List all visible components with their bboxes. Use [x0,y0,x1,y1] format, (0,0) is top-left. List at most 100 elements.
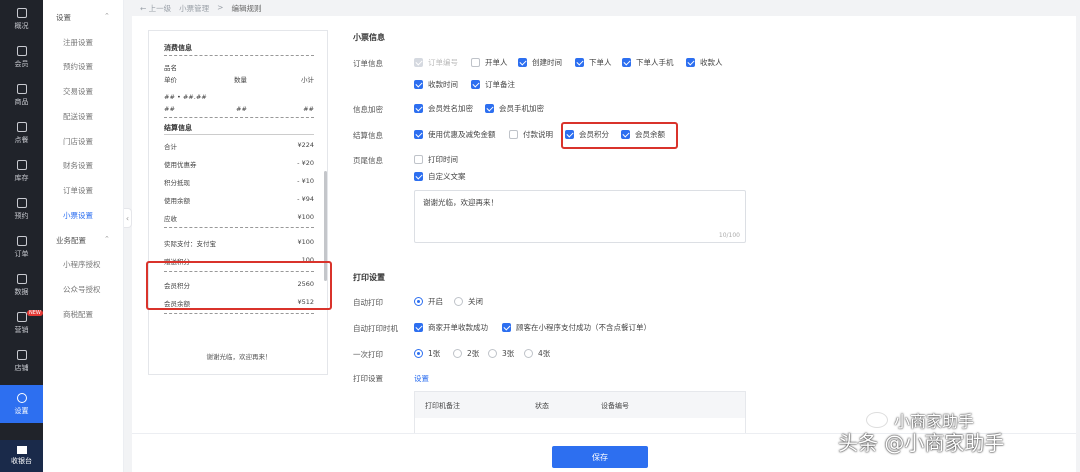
checkbox-pay-note[interactable]: 付款说明 [509,129,553,140]
radio-copies-1[interactable]: 1张 [414,348,440,359]
radio-dot [453,349,462,358]
submenu-item-register[interactable]: 注册设置 [63,37,93,48]
checkbox-box [622,58,631,67]
document-icon [16,235,27,246]
submenu-item-delivery[interactable]: 配送设置 [63,111,93,122]
char-counter: 10/100 [718,232,740,239]
print-setting-link[interactable]: 设置 [414,373,429,384]
order-info-label: 订单信息 [353,59,383,68]
checkbox-label: 使用优惠及减免金额 [428,130,496,139]
radio-label: 4张 [538,349,551,358]
checkbox-encrypt-phone[interactable]: 会员手机加密 [485,103,544,114]
collapse-handle[interactable]: ‹ [124,208,132,228]
submenu-item-order[interactable]: 订单设置 [63,185,93,196]
submenu-group-settings[interactable]: 设置 ⌃ [56,12,110,23]
radio-dot [414,349,423,358]
nav-item-cashier[interactable]: 收银台 [0,440,43,472]
receipt-row-coupon: 使用优惠券 - ¥20 [164,159,314,169]
divider [164,55,314,56]
nav-item-orders[interactable]: 订单 [0,228,43,266]
nav-item-overview[interactable]: 概况 [0,0,43,38]
checkbox-pay-time[interactable]: 收款时间 [414,79,458,90]
checkbox-discount-amount[interactable]: 使用优惠及减免金额 [414,129,496,140]
checkbox-order-remark[interactable]: 订单备注 [471,79,515,90]
custom-text-area[interactable]: 谢谢光临，欢迎再来！ 10/100 [414,190,746,243]
radio-copies-3[interactable]: 3张 [488,348,514,359]
settings-icon [16,392,27,403]
nav-label: 点餐 [14,135,29,144]
nav-item-settings[interactable]: 设置 [0,385,43,423]
radio-auto-print-off[interactable]: 关闭 [454,296,483,307]
nav-item-goods[interactable]: 商品 [0,76,43,114]
submenu-item-trade[interactable]: 交易设置 [63,86,93,97]
nav-item-store[interactable]: 店铺 [0,342,43,380]
new-badge: NEW [27,310,43,316]
checkbox-box [414,172,423,181]
receipt-value: - ¥10 [297,177,314,185]
receipt-value: ¥100 [297,238,314,246]
watermark-toutiao: 头条 @小商家助手 [838,431,1005,455]
radio-copies-2[interactable]: 2张 [453,348,479,359]
submenu-item-receipt[interactable]: 小票设置 [63,210,93,221]
nav-label: 库存 [14,173,29,182]
checkbox-merchant-pay[interactable]: 商家开单收款成功 [414,322,488,333]
chevron-up-icon: ⌃ [104,12,110,20]
nav-label: 设置 [14,406,29,415]
checkbox-box [471,58,480,67]
radio-dot [488,349,497,358]
checkbox-miniapp-pay[interactable]: 顾客在小程序支付成功（不含点餐订单） [502,322,651,333]
checkbox-creator[interactable]: 开单人 [471,57,508,68]
radio-copies-4[interactable]: 4张 [524,348,550,359]
receipt-row-total: 合计 ¥224 [164,141,314,151]
checkbox-box [485,104,494,113]
receipt-col-subtotal: 小计 [301,76,314,84]
wechat-icon [866,412,888,428]
nav-label: 数据 [14,287,29,296]
nav-label: 会员 [14,59,29,68]
nav-item-data[interactable]: 数据 [0,266,43,304]
checkbox-print-time[interactable]: 打印时间 [414,154,458,165]
receipt-col-price: 单价 [164,76,177,84]
nav-label: 营销 [14,325,29,334]
nav-item-member[interactable]: 会员 [0,38,43,76]
checkbox-orderer[interactable]: 下单人 [575,57,612,68]
submenu-group-business[interactable]: 业务配置 ⌃ [56,235,110,246]
nav-label: 收银台 [11,457,32,465]
back-link[interactable]: ← 上一级 [140,3,171,14]
submenu-item-miniapp-auth[interactable]: 小程序授权 [63,259,101,270]
radio-auto-print-on[interactable]: 开启 [414,296,443,307]
checkbox-box [414,155,423,164]
receipt-footer: 谢谢光临，欢迎再来！ [206,353,272,361]
breadcrumb-parent[interactable]: 小票管理 [179,3,209,14]
divider [164,117,314,118]
checkbox-create-time[interactable]: 创建时间 [518,57,562,68]
checkbox-box [575,58,584,67]
nav-item-ordering[interactable]: 点餐 [0,114,43,152]
save-button[interactable]: 保存 [552,446,648,468]
receipt-value: - ¥94 [297,195,314,203]
nav-item-inventory[interactable]: 库存 [0,152,43,190]
th-device-no: 设备编号 [601,402,629,410]
checkbox-encrypt-name[interactable]: 会员姓名加密 [414,103,473,114]
receipt-row-balance-used: 使用余额 - ¥94 [164,195,314,205]
submenu-item-store[interactable]: 门店设置 [63,136,93,147]
submenu-item-finance[interactable]: 财务设置 [63,160,93,171]
calendar-check-icon [16,197,27,208]
checkbox-order-no: 订单编号 [414,57,458,68]
breadcrumb-current: 编辑规则 [231,4,262,13]
checkbox-custom-text[interactable]: 自定义文案 [414,171,466,182]
nav-item-marketing[interactable]: 营销 NEW [0,304,43,342]
submenu-item-official-auth[interactable]: 公众号授权 [63,284,101,295]
food-icon [16,121,27,132]
receipt-value: ¥100 [297,213,314,221]
submenu-item-booking[interactable]: 预约设置 [63,61,93,72]
checkbox-payee[interactable]: 收款人 [686,57,723,68]
checkbox-orderer-phone[interactable]: 下单人手机 [622,57,674,68]
checkbox-label: 下单人 [589,58,612,67]
checkbox-box [414,58,423,67]
submenu-item-tax[interactable]: 商税配置 [63,309,93,320]
breadcrumb-separator: > [217,3,224,12]
nav-label: 预约 [14,211,29,220]
receipt-col-qty: 数量 [234,76,247,84]
nav-item-booking[interactable]: 预约 [0,190,43,228]
